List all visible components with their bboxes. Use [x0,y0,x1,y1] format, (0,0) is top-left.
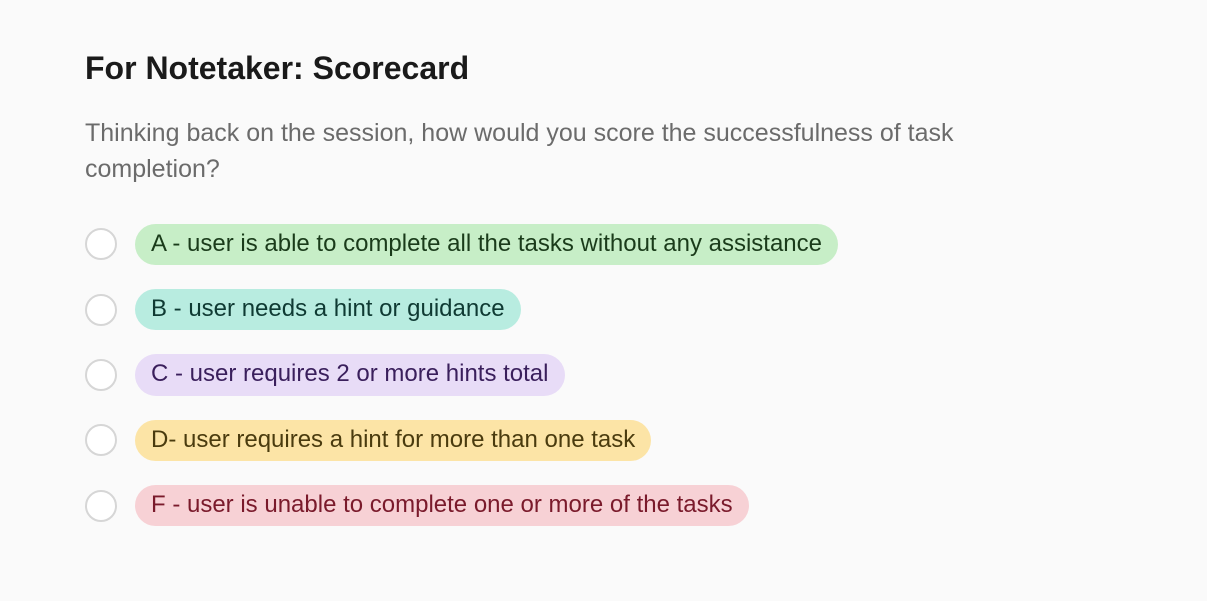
option-label-pill: D- user requires a hint for more than on… [135,420,651,461]
option-row: A - user is able to complete all the tas… [85,224,1122,265]
section-heading: For Notetaker: Scorecard [85,50,1122,87]
radio-button[interactable] [85,294,117,326]
option-row: B - user needs a hint or guidance [85,289,1122,330]
option-label-pill: B - user needs a hint or guidance [135,289,521,330]
option-row: F - user is unable to complete one or mo… [85,485,1122,526]
question-text: Thinking back on the session, how would … [85,115,1085,188]
option-label-pill: F - user is unable to complete one or mo… [135,485,749,526]
option-row: C - user requires 2 or more hints total [85,354,1122,395]
radio-button[interactable] [85,424,117,456]
radio-button[interactable] [85,359,117,391]
options-group: A - user is able to complete all the tas… [85,224,1122,527]
option-label-pill: C - user requires 2 or more hints total [135,354,565,395]
option-label-pill: A - user is able to complete all the tas… [135,224,838,265]
option-row: D- user requires a hint for more than on… [85,420,1122,461]
radio-button[interactable] [85,228,117,260]
radio-button[interactable] [85,490,117,522]
